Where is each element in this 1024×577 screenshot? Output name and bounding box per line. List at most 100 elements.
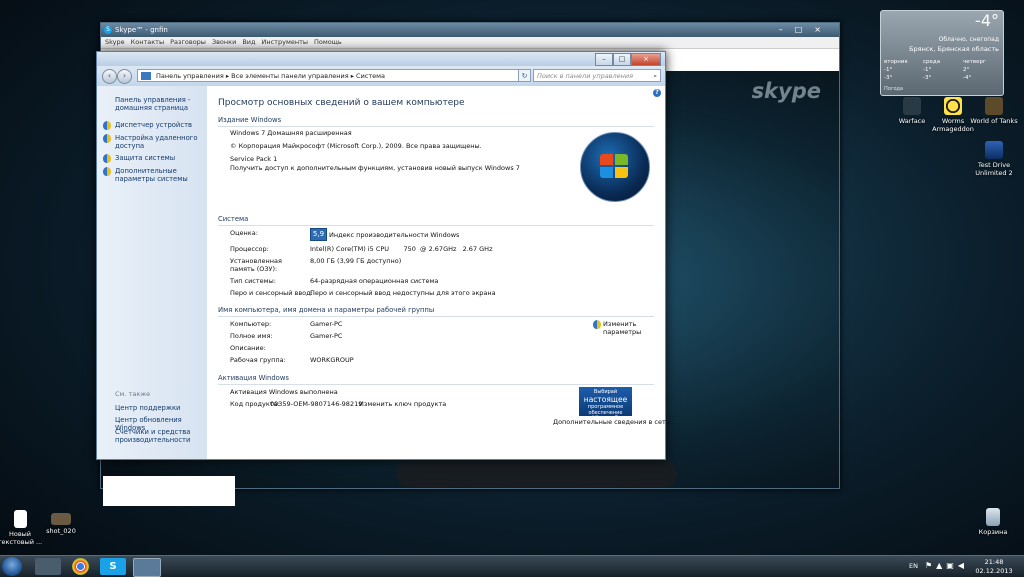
system-type-value: 64-разрядная операционная система: [310, 277, 439, 285]
windows-flag-yellow: [615, 167, 628, 178]
skype-titlebar[interactable]: S Skype™ - gnfin –□×: [101, 23, 839, 37]
performance-tools-link[interactable]: Счетчики и средства производительности: [115, 428, 203, 444]
performance-score-badge[interactable]: 5,9: [310, 228, 327, 241]
section-divider: [218, 384, 654, 385]
desktop-icon-label: Новый текстовый ...: [0, 530, 43, 546]
skype-menu-skype[interactable]: Skype: [105, 38, 125, 46]
workgroup-label: Рабочая группа:: [230, 356, 286, 364]
ram-value: 8,00 ГБ (3,99 ГБ доступно): [310, 257, 402, 265]
skype-menu-help[interactable]: Помощь: [314, 38, 342, 46]
pen-value: Перо и сенсорный ввод недоступны для это…: [310, 289, 496, 297]
desktop-icon-label: Корзина: [978, 528, 1008, 536]
shield-icon: [103, 167, 111, 176]
genuine-big-text: настоящее: [583, 395, 628, 404]
system-content: Панель управления - домашняя страница Ди…: [97, 86, 676, 459]
close-button[interactable]: ×: [631, 53, 661, 66]
breadcrumb-all-items[interactable]: Все элементы панели управления: [231, 72, 348, 80]
edition-section-title: Издание Windows: [218, 116, 654, 127]
change-key-link[interactable]: Изменить ключ продукта: [359, 400, 446, 408]
system-section-title: Система: [218, 215, 654, 226]
taskbar-skype-icon[interactable]: S: [100, 558, 126, 575]
desktop-icon-test-drive[interactable]: Test Drive Unlimited 2: [970, 141, 1018, 177]
device-manager-link[interactable]: Диспетчер устройств: [115, 121, 192, 129]
performance-index-link[interactable]: Индекс производительности Windows: [329, 231, 459, 239]
breadcrumb-system[interactable]: Система: [356, 72, 385, 80]
weather-high-3: 2°: [963, 67, 970, 73]
clock-time[interactable]: 21:48: [976, 558, 1012, 566]
language-indicator[interactable]: EN: [909, 562, 918, 570]
shield-icon: [103, 154, 111, 163]
full-name-label: Полное имя:: [230, 332, 273, 340]
clock-date[interactable]: 02.12.2013: [972, 567, 1016, 575]
ram-label: Установленная память (ОЗУ):: [230, 257, 282, 273]
weather-high-2: -1°: [923, 67, 932, 73]
shield-icon: [103, 134, 111, 143]
taskbar-explorer-icon[interactable]: [35, 558, 61, 575]
pen-label: Перо и сенсорный ввод:: [230, 289, 313, 297]
taskbar: S EN ⚑▲▣◀ 21:48 02.12.2013: [0, 555, 1024, 577]
see-also-label: См. также: [115, 390, 151, 398]
taskbar-chrome-icon[interactable]: [72, 558, 89, 575]
change-settings-link[interactable]: Изменить параметры: [603, 320, 651, 336]
upgrade-link[interactable]: Получить доступ к дополнительным функция…: [230, 164, 520, 172]
product-key-value: 00359-OEM-9807146-98219: [270, 400, 363, 408]
weather-low-2: -3°: [923, 75, 932, 81]
text-file-icon: [13, 510, 27, 528]
full-name-value: Gamer-PC: [310, 332, 343, 340]
maximize-button[interactable]: □: [613, 53, 631, 66]
test-drive-icon: [985, 141, 1003, 159]
system-titlebar[interactable]: – □ ×: [97, 52, 665, 66]
system-protection-link[interactable]: Защита системы: [115, 154, 175, 162]
description-label: Описание:: [230, 344, 266, 352]
weather-gadget[interactable]: -4° Облачно, снегопад Брянск, Брянская о…: [880, 10, 1004, 96]
minimize-button[interactable]: –: [595, 53, 613, 66]
window-controls: – □ ×: [595, 53, 661, 66]
skype-logo: skype: [751, 79, 821, 103]
desktop-icon-recycle-bin[interactable]: Корзина: [969, 508, 1017, 536]
shield-icon: [103, 121, 111, 130]
skype-call-controls[interactable]: [397, 461, 677, 487]
activation-section-title: Активация Windows: [218, 374, 654, 385]
windows-logo: [580, 132, 650, 202]
action-center-link[interactable]: Центр поддержки: [115, 404, 180, 412]
system-window: – □ × ‹ › Панель управления ▸ Все элемен…: [96, 51, 676, 460]
skype-window-controls[interactable]: –□×: [779, 23, 833, 37]
search-placeholder: Поиск в панели управления: [537, 72, 634, 80]
cpu-value: Intel(R) Core(TM) i5 CPU 750 @ 2.67GHz 2…: [310, 245, 493, 253]
skype-menu-conversations[interactable]: Разговоры: [170, 38, 206, 46]
windows-flag-red: [600, 154, 613, 165]
weather-day-2: среда: [923, 59, 941, 65]
desktop-icon-label: Warface: [898, 117, 926, 125]
remote-settings-link[interactable]: Настройка удаленного доступа: [115, 134, 199, 150]
weather-high-1: -1°: [884, 67, 893, 73]
forward-button[interactable]: ›: [117, 69, 132, 84]
search-input[interactable]: Поиск в панели управления ⌕: [533, 69, 661, 82]
breadcrumb-control-panel[interactable]: Панель управления: [156, 72, 224, 80]
edition-section-label: Издание Windows: [218, 116, 282, 124]
help-icon[interactable]: ?: [653, 89, 661, 97]
start-button[interactable]: [2, 557, 22, 576]
skype-menu-calls[interactable]: Звонки: [212, 38, 236, 46]
advanced-settings-link[interactable]: Дополнительные параметры системы: [115, 167, 205, 183]
search-icon[interactable]: ⌕: [653, 70, 657, 82]
image-file-icon: [51, 513, 71, 525]
tray-icons[interactable]: ⚑▲▣◀: [925, 561, 968, 570]
skype-menu-tools[interactable]: Инструменты: [262, 38, 309, 46]
weather-location: Брянск, Брянская область: [909, 45, 999, 53]
weather-condition: Облачно, снегопад: [938, 36, 999, 43]
skype-menu-view[interactable]: Вид: [242, 38, 255, 46]
taskbar-control-panel-icon[interactable]: [133, 558, 161, 577]
control-panel-home-link[interactable]: Панель управления - домашняя страница: [115, 96, 195, 112]
address-bar[interactable]: Панель управления ▸ Все элементы панели …: [137, 69, 527, 82]
computer-name-label: Компьютер:: [230, 320, 272, 328]
shield-icon: [593, 320, 601, 329]
desktop-icon-shot[interactable]: shot_020: [37, 513, 85, 535]
more-info-link[interactable]: Дополнительные сведения в сети...: [553, 418, 676, 426]
desktop-icon-world-of-tanks[interactable]: World of Tanks: [970, 97, 1018, 125]
skype-contact-panel: [103, 476, 235, 506]
back-button[interactable]: ‹: [102, 69, 117, 84]
genuine-microsoft-badge[interactable]: Выбирай настоящее программное обеспечени…: [579, 387, 632, 422]
skype-menu-contacts[interactable]: Контакты: [131, 38, 164, 46]
refresh-button[interactable]: ↻: [518, 69, 531, 82]
warface-icon: [903, 97, 921, 115]
